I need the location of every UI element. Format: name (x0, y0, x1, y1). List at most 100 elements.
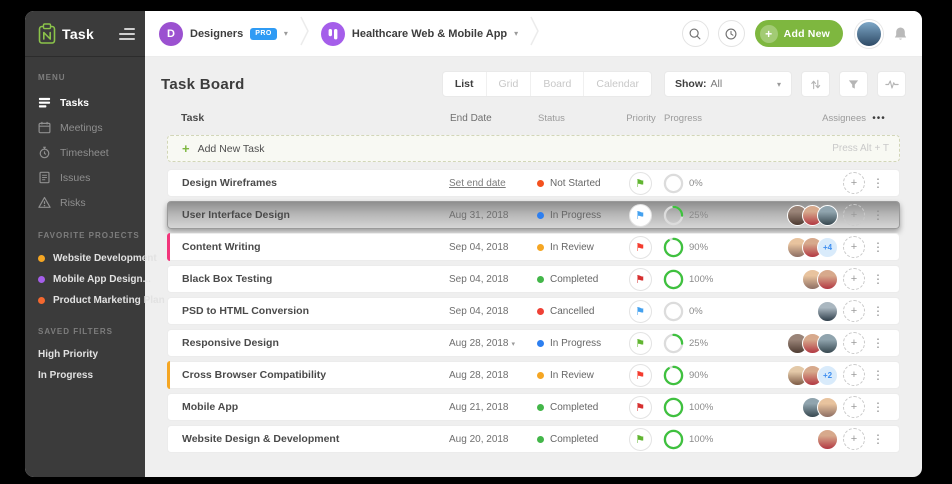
sidebar-item-tasks[interactable]: Tasks (25, 90, 145, 115)
priority-flag-button[interactable]: ⚑ (629, 300, 652, 323)
task-row[interactable]: PSD to HTML ConversionSep 04, 2018Cancel… (167, 297, 900, 325)
sort-button[interactable] (801, 71, 830, 97)
plus-icon: + (182, 141, 190, 156)
task-row[interactable]: Cross Browser CompatibilityAug 28, 2018I… (167, 361, 900, 389)
notifications-bell-icon[interactable] (893, 26, 908, 42)
task-end-date[interactable]: Set end date (449, 178, 537, 189)
add-assignee-button[interactable]: + (843, 268, 865, 290)
status-badge[interactable]: In Review (537, 242, 617, 253)
add-assignee-button[interactable]: + (843, 300, 865, 322)
sidebar-item-meetings[interactable]: Meetings (25, 115, 145, 140)
recent-activity-button[interactable] (718, 20, 745, 47)
priority-flag-button[interactable]: ⚑ (629, 204, 652, 227)
task-end-date[interactable]: Aug 31, 2018 (449, 210, 537, 221)
row-menu-button[interactable]: ⋮ (865, 209, 891, 221)
status-badge[interactable]: In Review (537, 370, 617, 381)
task-row[interactable]: Mobile AppAug 21, 2018Completed⚑100%+⋮ (167, 393, 900, 421)
row-menu-button[interactable]: ⋮ (865, 337, 891, 349)
status-badge[interactable]: Completed (537, 402, 617, 413)
team-selector[interactable]: D Designers PRO ▾ (159, 22, 288, 46)
device-frame: Task MENU TasksMeetingsTimesheetIssuesRi… (0, 0, 952, 484)
status-badge[interactable]: Cancelled (537, 306, 617, 317)
task-row[interactable]: Design WireframesSet end dateNot Started… (167, 169, 900, 197)
view-tab-calendar[interactable]: Calendar (584, 72, 651, 96)
add-assignee-button[interactable]: + (843, 396, 865, 418)
task-end-date[interactable]: Sep 04, 2018 (449, 306, 537, 317)
view-tab-grid[interactable]: Grid (487, 72, 532, 96)
shortcut-hint: Press Alt + T (832, 143, 889, 154)
add-assignee-button[interactable]: + (843, 364, 865, 386)
favorite-project-item[interactable]: Website Development (25, 248, 145, 269)
add-assignee-button[interactable]: + (843, 332, 865, 354)
filter-button[interactable] (839, 71, 868, 97)
task-end-date[interactable]: Sep 04, 2018 (449, 242, 537, 253)
avatar[interactable] (817, 397, 838, 418)
extra-assignees-badge[interactable]: +4 (817, 237, 838, 258)
show-filter-label: Show: (675, 78, 707, 90)
favorite-project-item[interactable]: Mobile App Design... (25, 269, 145, 290)
row-menu-button[interactable]: ⋮ (865, 401, 891, 413)
columns-more-button[interactable]: ••• (866, 113, 892, 124)
task-end-date[interactable]: Aug 28, 2018▾ (449, 338, 537, 349)
status-badge[interactable]: Completed (537, 434, 617, 445)
task-end-date[interactable]: Aug 28, 2018 (449, 370, 537, 381)
row-menu-button[interactable]: ⋮ (865, 177, 891, 189)
row-menu-button[interactable]: ⋮ (865, 273, 891, 285)
task-row[interactable]: Content WritingSep 04, 2018In Review⚑90%… (167, 233, 900, 261)
user-avatar[interactable] (855, 20, 883, 48)
avatar[interactable] (817, 429, 838, 450)
favorite-project-item[interactable]: Product Marketing Plan (25, 290, 145, 311)
add-new-button[interactable]: + Add New (755, 20, 843, 47)
status-badge[interactable]: In Progress (537, 210, 617, 221)
avatar[interactable] (817, 333, 838, 354)
status-badge[interactable]: In Progress (537, 338, 617, 349)
logo-row: Task (25, 11, 145, 57)
task-end-date[interactable]: Sep 04, 2018 (449, 274, 537, 285)
avatar[interactable] (817, 301, 838, 322)
saved-filter-item[interactable]: In Progress (25, 365, 145, 386)
project-selector[interactable]: Healthcare Web & Mobile App ▾ (321, 22, 518, 46)
add-assignee-button[interactable]: + (843, 428, 865, 450)
priority-flag-button[interactable]: ⚑ (629, 236, 652, 259)
task-end-date[interactable]: Aug 20, 2018 (449, 434, 537, 445)
priority-flag-button[interactable]: ⚑ (629, 364, 652, 387)
priority-flag-button[interactable]: ⚑ (629, 268, 652, 291)
sidebar-item-timesheet[interactable]: Timesheet (25, 140, 145, 165)
row-menu-button[interactable]: ⋮ (865, 369, 891, 381)
flag-icon: ⚑ (635, 402, 645, 413)
priority-flag-button[interactable]: ⚑ (629, 396, 652, 419)
task-row[interactable]: User Interface DesignAug 31, 2018In Prog… (167, 201, 900, 229)
view-tab-board[interactable]: Board (531, 72, 584, 96)
show-filter-dropdown[interactable]: Show: All ▾ (664, 71, 792, 97)
sidebar-item-risks[interactable]: Risks (25, 190, 145, 215)
task-row[interactable]: Black Box TestingSep 04, 2018Completed⚑1… (167, 265, 900, 293)
add-assignee-button[interactable]: + (843, 172, 865, 194)
view-tab-list[interactable]: List (443, 72, 487, 96)
status-badge[interactable]: Not Started (537, 178, 617, 189)
status-badge[interactable]: Completed (537, 274, 617, 285)
row-menu-button[interactable]: ⋮ (865, 241, 891, 253)
add-task-label: Add New Task (198, 143, 833, 155)
add-assignee-button[interactable]: + (843, 236, 865, 258)
task-row[interactable]: Website Design & DevelopmentAug 20, 2018… (167, 425, 900, 453)
progress-cell: 100% (663, 429, 753, 450)
assignees-cell: + (753, 204, 865, 226)
row-menu-button[interactable]: ⋮ (865, 433, 891, 445)
priority-flag-button[interactable]: ⚑ (629, 332, 652, 355)
priority-flag-button[interactable]: ⚑ (629, 428, 652, 451)
add-new-task-row[interactable]: + Add New Task Press Alt + T (167, 135, 900, 162)
set-end-date-link[interactable]: Set end date (449, 178, 506, 189)
priority-flag-button[interactable]: ⚑ (629, 172, 652, 195)
sidebar-item-issues[interactable]: Issues (25, 165, 145, 190)
menu-toggle-icon[interactable] (119, 24, 135, 44)
row-menu-button[interactable]: ⋮ (865, 305, 891, 317)
task-end-date[interactable]: Aug 21, 2018 (449, 402, 537, 413)
avatar[interactable] (817, 269, 838, 290)
add-assignee-button[interactable]: + (843, 204, 865, 226)
task-row[interactable]: Responsive DesignAug 28, 2018▾In Progres… (167, 329, 900, 357)
extra-assignees-badge[interactable]: +2 (817, 365, 838, 386)
activity-button[interactable] (877, 71, 906, 97)
search-button[interactable] (682, 20, 709, 47)
avatar[interactable] (817, 205, 838, 226)
saved-filter-item[interactable]: High Priority (25, 344, 145, 365)
